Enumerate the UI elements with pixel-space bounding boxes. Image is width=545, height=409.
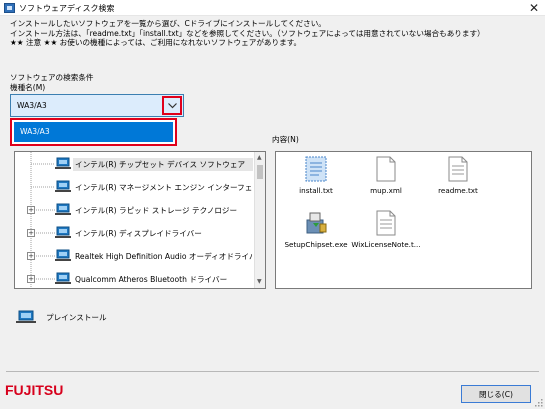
window-title: ソフトウェアディスク検索 xyxy=(19,4,115,13)
warning-line: ★★ 注意 ★★ お使いの機種によっては、ご利用になれないソフトウェアがあります… xyxy=(10,38,302,48)
tree-item-label: インテル(R) マネージメント エンジン インターフェイス xyxy=(75,183,253,192)
scroll-up-icon[interactable]: ▲ xyxy=(257,154,262,161)
chevron-down-icon xyxy=(167,102,177,108)
file-name: install.txt xyxy=(299,186,333,195)
model-name-label: 機種名(M) xyxy=(10,83,46,92)
close-icon[interactable]: ✕ xyxy=(529,0,539,16)
laptop-icon xyxy=(55,157,71,169)
laptop-icon xyxy=(55,272,71,284)
scroll-down-icon[interactable]: ▼ xyxy=(257,278,262,285)
installer-icon xyxy=(306,212,327,234)
model-select[interactable]: WA3/A3 xyxy=(10,94,184,117)
app-icon xyxy=(4,3,15,13)
tree-item[interactable]: + インテル(R) ラピッド ストレージ テクノロジー xyxy=(15,199,255,221)
tree-item-label: Qualcomm Atheros Bluetooth ドライバー xyxy=(75,275,228,284)
instruction-line: インストールしたいソフトウェアを一覧から選び、Cドライブにインストールしてくださ… xyxy=(10,19,326,28)
laptop-icon xyxy=(55,226,71,238)
file-item[interactable]: readme.txt xyxy=(423,156,493,195)
software-tree[interactable]: インテル(R) チップセット デバイス ソフトウェア インテル(R) マネージメ… xyxy=(14,151,266,289)
scrollbar-thumb[interactable] xyxy=(257,165,263,179)
document-icon xyxy=(376,156,396,182)
tree-item-label: インテル(R) ラピッド ストレージ テクノロジー xyxy=(75,206,238,215)
file-name: readme.txt xyxy=(438,186,478,195)
tree-item[interactable]: + Realtek High Definition Audio オーディオドライ… xyxy=(15,245,255,267)
instructions: インストールしたいソフトウェアを一覧から選び、Cドライブにインストールしてくださ… xyxy=(10,19,485,48)
footer-divider xyxy=(6,371,539,372)
tree-item-label: インテル(R) チップセット デバイス ソフトウェア xyxy=(73,158,253,171)
laptop-icon xyxy=(55,180,71,192)
file-item[interactable]: SetupChipset.exe xyxy=(281,210,351,249)
file-name: WixLicenseNote.t... xyxy=(351,240,421,249)
model-select-value: WA3/A3 xyxy=(17,101,47,110)
preinstall-legend: プレインストール xyxy=(16,310,107,326)
file-item[interactable]: mup.xml xyxy=(351,156,421,195)
expand-icon[interactable]: + xyxy=(27,229,35,237)
model-option[interactable]: WA3/A3 xyxy=(14,122,173,142)
laptop-icon xyxy=(55,249,71,261)
file-name: mup.xml xyxy=(370,186,402,195)
title-bar: ソフトウェアディスク検索 ✕ xyxy=(0,0,545,16)
tree-item-label: インテル(R) ディスプレイドライバー xyxy=(75,229,202,238)
tree-item[interactable]: + Qualcomm Atheros Bluetooth ドライバー xyxy=(15,268,255,288)
file-name: SetupChipset.exe xyxy=(284,240,348,249)
instruction-line: インストール方法は、「readme.txt」「install.txt」などを参照… xyxy=(10,28,485,38)
laptop-icon xyxy=(55,203,71,215)
file-item[interactable]: WixLicenseNote.t... xyxy=(351,210,421,249)
content-label: 内容(N) xyxy=(272,135,299,144)
file-list-pane[interactable]: install.txt mup.xml readme.txt SetupChip… xyxy=(275,151,532,289)
file-item[interactable]: install.txt xyxy=(281,156,351,195)
expand-icon[interactable]: + xyxy=(27,206,35,214)
close-button[interactable]: 閉じる(C) xyxy=(461,385,531,403)
text-file-icon xyxy=(448,156,468,182)
laptop-icon xyxy=(16,310,36,323)
tree-item[interactable]: インテル(R) マネージメント エンジン インターフェイス xyxy=(15,176,255,198)
tree-item-label: Realtek High Definition Audio オーディオドライバー xyxy=(75,252,253,261)
expand-icon[interactable]: + xyxy=(27,252,35,260)
dropdown-button[interactable] xyxy=(162,96,182,115)
text-file-icon xyxy=(376,210,396,236)
expand-icon[interactable]: + xyxy=(27,275,35,283)
tree-item[interactable]: + インテル(R) ディスプレイドライバー xyxy=(15,222,255,244)
resize-grip-icon[interactable] xyxy=(534,398,543,407)
preinstall-label: プレインストール xyxy=(46,313,107,322)
text-file-selected-icon xyxy=(305,156,327,182)
tree-item[interactable]: インテル(R) チップセット デバイス ソフトウェア xyxy=(15,153,255,175)
fujitsu-logo: FUJITSU xyxy=(5,382,64,398)
tree-scrollbar[interactable]: ▲ ▼ xyxy=(254,152,265,288)
model-dropdown-list: WA3/A3 xyxy=(10,118,177,146)
